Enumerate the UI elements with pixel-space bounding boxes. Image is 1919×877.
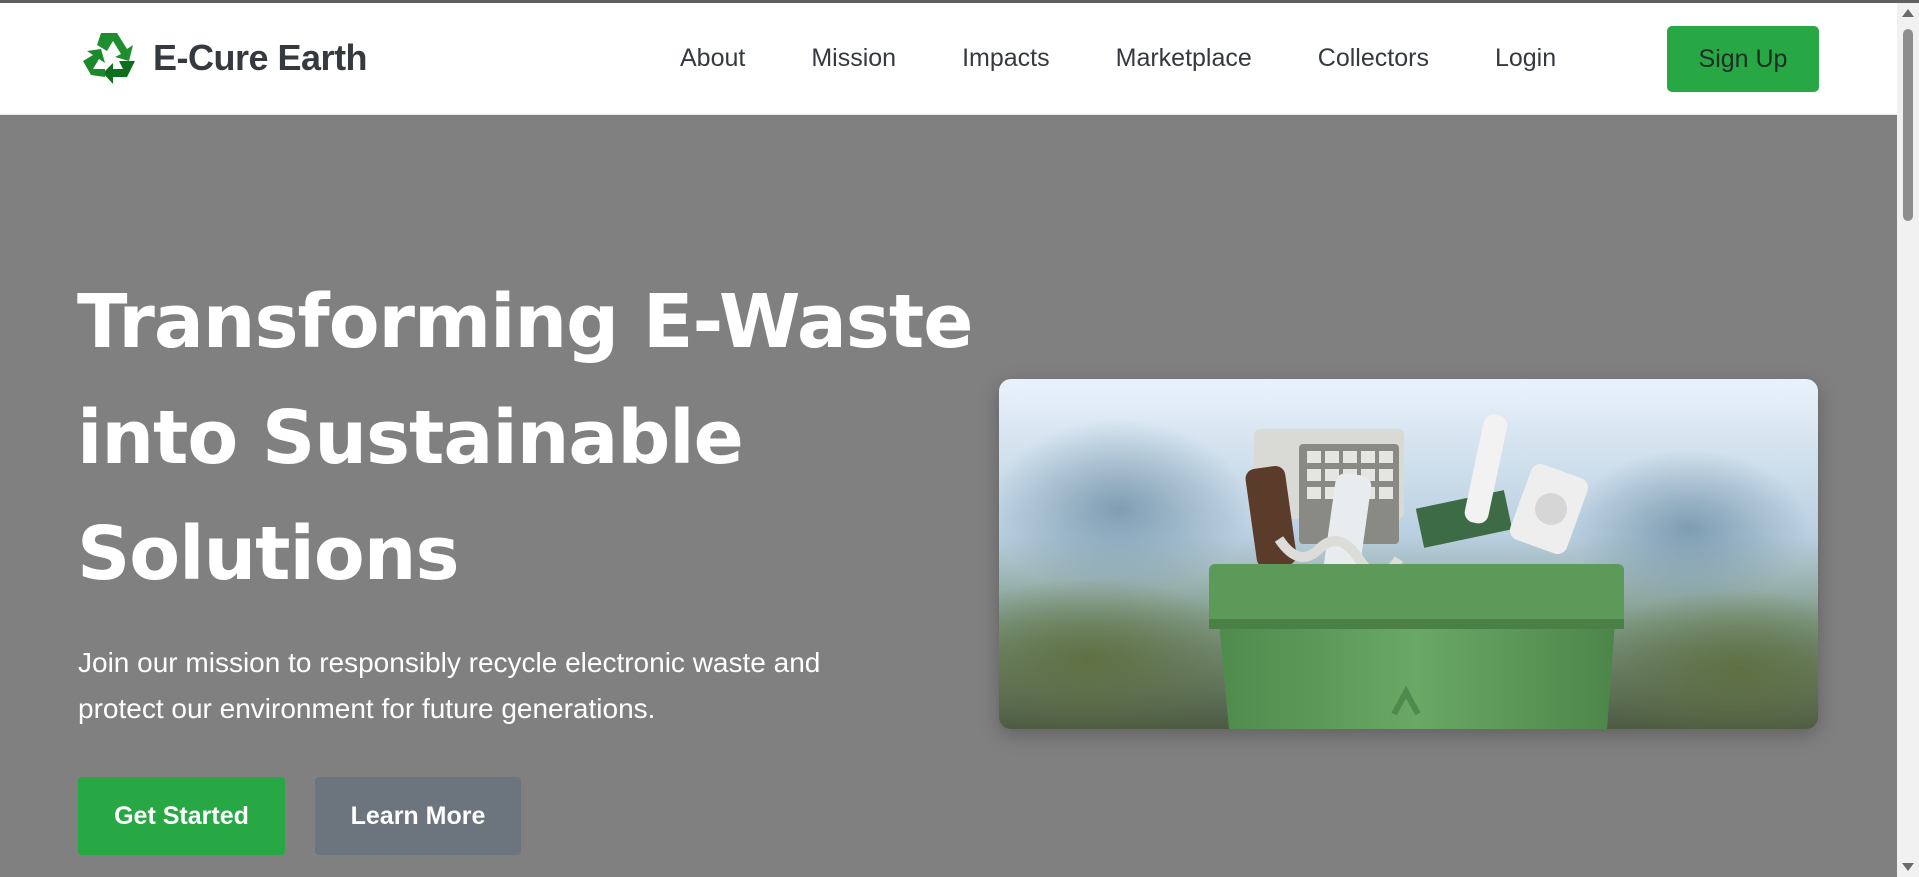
hero-subtitle-line-2: protect our environment for future gener…	[78, 693, 656, 724]
scroll-up-arrow-icon[interactable]	[1902, 9, 1914, 17]
brand-logo-link[interactable]: E-Cure Earth	[77, 27, 368, 89]
page-scrollbar[interactable]	[1897, 3, 1919, 877]
hero-subtitle: Join our mission to responsibly recycle …	[78, 640, 898, 732]
recycle-icon	[83, 33, 135, 84]
hero-subtitle-line-1: Join our mission to responsibly recycle …	[78, 647, 821, 678]
site-header: E-Cure Earth About Mission Impacts Marke…	[0, 3, 1897, 115]
hero-title-line-2: into Sustainable	[77, 395, 744, 481]
scroll-thumb[interactable]	[1903, 29, 1913, 221]
hero-title-line-3: Solutions	[77, 511, 459, 597]
main-nav: About Mission Impacts Marketplace Collec…	[680, 3, 1556, 114]
learn-more-button[interactable]: Learn More	[315, 777, 521, 855]
nav-link-impacts[interactable]: Impacts	[962, 44, 1050, 73]
get-started-button[interactable]: Get Started	[78, 777, 285, 855]
scroll-down-arrow-icon[interactable]	[1902, 863, 1914, 871]
signup-button[interactable]: Sign Up	[1667, 26, 1819, 92]
recycling-bin-electronics-image	[999, 379, 1818, 729]
nav-link-mission[interactable]: Mission	[811, 44, 896, 73]
nav-link-login[interactable]: Login	[1495, 44, 1556, 73]
brand-name: E-Cure Earth	[153, 37, 368, 78]
nav-link-marketplace[interactable]: Marketplace	[1116, 44, 1252, 73]
nav-link-about[interactable]: About	[680, 44, 745, 73]
hero-title: Transforming E-Waste into Sustainable So…	[77, 264, 977, 612]
nav-link-collectors[interactable]: Collectors	[1318, 44, 1429, 73]
hero-title-line-1: Transforming E-Waste	[77, 279, 973, 365]
